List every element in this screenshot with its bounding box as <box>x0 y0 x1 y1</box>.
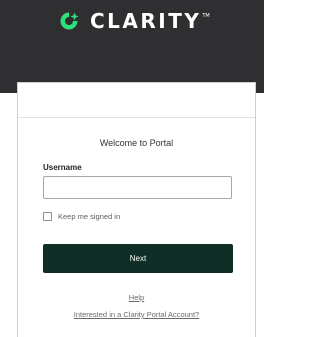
trademark-mark: TM <box>202 13 210 19</box>
help-link[interactable]: Help <box>18 293 255 302</box>
card-divider <box>18 117 255 118</box>
brand-logo: CLARITY TM <box>58 9 210 33</box>
keep-signed-in-option[interactable]: Keep me signed in <box>43 212 120 221</box>
clarity-logo-icon <box>60 12 79 30</box>
keep-signed-in-label[interactable]: Keep me signed in <box>58 212 120 221</box>
next-button[interactable]: Next <box>43 244 233 273</box>
username-input[interactable] <box>43 176 232 199</box>
keep-signed-in-checkbox[interactable] <box>43 212 52 221</box>
login-card: Welcome to Portal Username Keep me signe… <box>17 82 256 337</box>
welcome-heading: Welcome to Portal <box>99 138 174 148</box>
account-inquiry-link[interactable]: Interested in a Clarity Portal Account? <box>18 310 255 319</box>
username-label: Username <box>43 163 82 172</box>
brand-name: CLARITY <box>90 9 202 33</box>
